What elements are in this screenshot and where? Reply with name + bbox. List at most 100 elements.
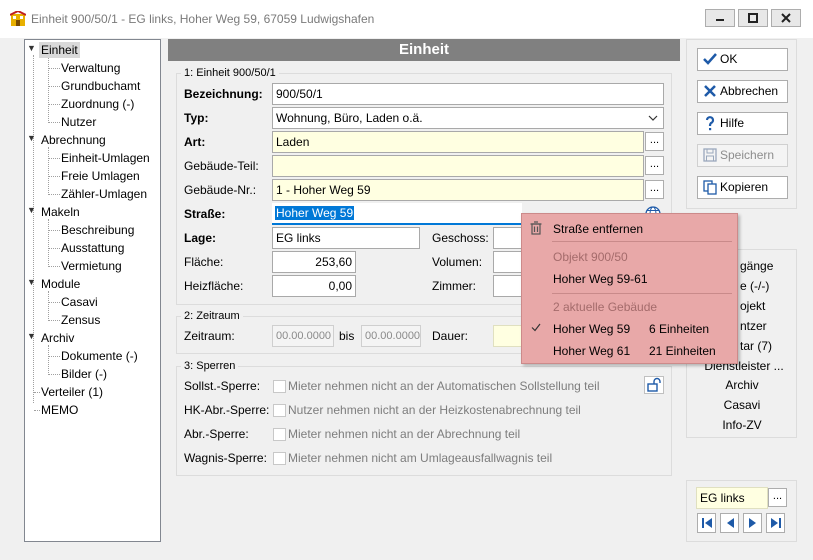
bezeichnung-input[interactable]: 900/50/1 — [272, 83, 664, 105]
abr-sperre-checkbox[interactable] — [273, 428, 286, 441]
ok-button-label: OK — [720, 52, 738, 66]
minimize-button[interactable] — [705, 9, 735, 27]
flaeche-input[interactable]: 253,60 — [272, 251, 356, 273]
collapse-arrow-icon[interactable]: ▼ — [27, 277, 36, 287]
tree-item-bilder[interactable]: Bilder (-) — [61, 366, 107, 382]
skip-first-icon — [701, 518, 712, 528]
tree-item-grundbuchamt[interactable]: Grundbuchamt — [61, 78, 140, 94]
title-bar: Einheit 900/50/1 - EG links, Hoher Weg 5… — [0, 0, 813, 38]
tree-item-einheit-umlagen[interactable]: Einheit-Umlagen — [61, 150, 150, 166]
previous-record-button[interactable] — [720, 513, 739, 533]
tree-item-dokumente[interactable]: Dokumente (-) — [61, 348, 138, 364]
link-ntzer[interactable]: ntzer — [740, 319, 767, 333]
section-einheit-title: 1: Einheit 900/50/1 — [181, 67, 279, 80]
tree-item-ausstattung[interactable]: Ausstattung — [61, 240, 124, 256]
typ-label: Typ: — [184, 111, 209, 125]
zeitraum-label: Zeitraum: — [184, 329, 235, 343]
dauer-input[interactable] — [493, 325, 523, 347]
link-e[interactable]: e (-/-) — [740, 279, 769, 293]
tree-item-einheit[interactable]: Einheit — [39, 42, 80, 58]
zimmer-input[interactable] — [493, 275, 523, 297]
save-button[interactable]: Speichern — [697, 144, 788, 167]
unlock-icon[interactable] — [644, 376, 664, 394]
link-info-zv[interactable]: Info-ZV — [704, 418, 780, 432]
gebaeudeteil-browse-button[interactable]: ... — [645, 156, 664, 175]
gebaeudenr-label: Gebäude-Nr.: — [184, 183, 257, 197]
collapse-arrow-icon[interactable]: ▼ — [27, 43, 36, 53]
art-label: Art: — [184, 135, 206, 149]
heizflaeche-input[interactable]: 0,00 — [272, 275, 356, 297]
maximize-button[interactable] — [738, 9, 768, 27]
tree-item-module[interactable]: Module — [41, 276, 80, 292]
tree-item-makeln[interactable]: Makeln — [41, 204, 80, 220]
wagnis-sperre-checkbox[interactable] — [273, 452, 286, 465]
link-gaenge[interactable]: gänge — [740, 259, 773, 273]
menu-item-street-61[interactable]: Hoher Weg 61 — [553, 344, 630, 358]
tree-item-beschreibung[interactable]: Beschreibung — [61, 222, 134, 238]
cancel-button[interactable]: Abbrechen — [697, 80, 788, 103]
menu-item-street-59-count: 6 Einheiten — [649, 322, 710, 336]
strasse-input[interactable]: Hoher Weg 59 — [272, 203, 522, 225]
tree-item-verwaltung[interactable]: Verwaltung — [61, 60, 120, 76]
art-browse-button[interactable]: ... — [645, 132, 664, 151]
last-record-button[interactable] — [766, 513, 785, 533]
collapse-arrow-icon[interactable]: ▼ — [27, 331, 36, 341]
link-tar[interactable]: tar (7) — [740, 339, 772, 353]
copy-button[interactable]: Kopieren — [697, 176, 788, 199]
gebaeudeteil-input[interactable] — [272, 155, 644, 177]
geschoss-label: Geschoss: — [432, 231, 489, 245]
tree-item-zensus[interactable]: Zensus — [61, 312, 100, 328]
link-ojekt[interactable]: ojekt — [740, 299, 765, 313]
zeitraum-from-input[interactable]: 00.00.0000 — [272, 325, 334, 347]
hk-abr-sperre-text[interactable]: Nutzer nehmen nicht an der Heizkostenabr… — [288, 403, 581, 417]
gebaeudenr-input[interactable]: 1 - Hoher Weg 59 — [272, 179, 644, 201]
volumen-input[interactable] — [493, 251, 523, 273]
tree-item-nutzer[interactable]: Nutzer — [61, 114, 96, 130]
current-record-input[interactable]: EG links — [696, 487, 768, 509]
art-input[interactable]: Laden — [272, 131, 644, 153]
help-button[interactable]: Hilfe — [697, 112, 788, 135]
collapse-arrow-icon[interactable]: ▼ — [27, 205, 36, 215]
abr-sperre-text[interactable]: Mieter nehmen nicht an der Abrechnung te… — [288, 427, 520, 441]
lage-input[interactable]: EG links — [272, 227, 420, 249]
tree-item-vermietung[interactable]: Vermietung — [61, 258, 122, 274]
tree-item-zuordnung[interactable]: Zuordnung (-) — [61, 96, 134, 112]
ok-button[interactable]: OK — [697, 48, 788, 71]
trash-icon — [530, 221, 542, 235]
flaeche-label: Fläche: — [184, 255, 224, 269]
first-record-button[interactable] — [697, 513, 716, 533]
tree-item-freie-umlagen[interactable]: Freie Umlagen — [61, 168, 140, 184]
cancel-button-label: Abbrechen — [720, 84, 779, 98]
tree-item-verteiler[interactable]: Verteiler (1) — [41, 384, 103, 400]
sollst-sperre-checkbox[interactable] — [273, 380, 286, 393]
next-record-button[interactable] — [743, 513, 762, 533]
link-casavi[interactable]: Casavi — [704, 398, 780, 412]
tree-item-memo[interactable]: MEMO — [41, 402, 78, 418]
sollst-sperre-label: Sollst.-Sperre: — [184, 379, 261, 393]
typ-select[interactable]: Wohnung, Büro, Laden o.ä. — [272, 107, 664, 129]
collapse-arrow-icon[interactable]: ▼ — [27, 133, 36, 143]
menu-item-street-59[interactable]: Hoher Weg 59 — [553, 322, 630, 336]
sollst-sperre-text[interactable]: Mieter nehmen nicht an der Automatischen… — [288, 379, 600, 393]
tree-item-zaehler-umlagen[interactable]: Zähler-Umlagen — [61, 186, 147, 202]
checkmark-icon — [703, 53, 717, 65]
section-sperren-title: 3: Sperren — [181, 360, 239, 373]
geschoss-input[interactable] — [493, 227, 523, 249]
close-button[interactable] — [771, 9, 801, 27]
navigation-tree[interactable]: ▼ Einheit Verwaltung Grundbuchamt Zuordn… — [24, 39, 161, 542]
hk-abr-sperre-checkbox[interactable] — [273, 404, 286, 417]
wagnis-sperre-text[interactable]: Mieter nehmen nicht am Umlageausfallwagn… — [288, 451, 552, 465]
tree-item-archiv[interactable]: Archiv — [41, 330, 74, 346]
zeitraum-to-input[interactable]: 00.00.0000 — [361, 325, 421, 347]
section-zeitraum-title: 2: Zeitraum — [181, 310, 243, 323]
link-archiv[interactable]: Archiv — [704, 378, 780, 392]
record-browse-button[interactable]: ... — [768, 488, 787, 507]
menu-item-remove-street[interactable]: Straße entfernen — [553, 222, 643, 236]
zimmer-label: Zimmer: — [432, 279, 476, 293]
tree-item-abrechnung[interactable]: Abrechnung — [41, 132, 106, 148]
copy-button-label: Kopieren — [720, 180, 769, 194]
menu-item-objekt-street[interactable]: Hoher Weg 59-61 — [553, 272, 648, 286]
menu-header-objekt: Objekt 900/50 — [553, 250, 628, 264]
gebaeudenr-browse-button[interactable]: ... — [645, 180, 664, 199]
tree-item-casavi[interactable]: Casavi — [61, 294, 98, 310]
